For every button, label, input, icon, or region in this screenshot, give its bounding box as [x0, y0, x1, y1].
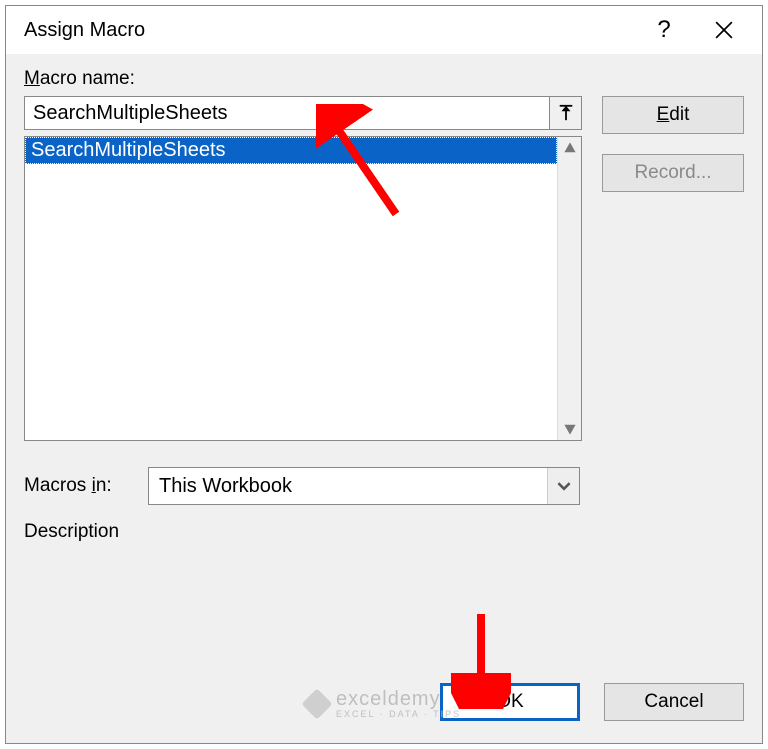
dialog-footer: OK Cancel	[440, 683, 744, 721]
macro-name-label: Macro name:	[24, 68, 744, 90]
assign-macro-dialog: Assign Macro ? Macro name:	[5, 5, 763, 744]
record-button[interactable]: Record...	[602, 154, 744, 192]
list-item[interactable]: SearchMultipleSheets	[25, 137, 557, 164]
reference-icon	[557, 104, 575, 122]
scroll-down-icon	[563, 422, 577, 436]
ok-button[interactable]: OK	[440, 683, 580, 721]
edit-button[interactable]: Edit	[602, 96, 744, 134]
scroll-up-icon	[563, 141, 577, 155]
macro-name-input[interactable]	[24, 96, 550, 130]
help-button[interactable]: ?	[634, 6, 694, 54]
description-label: Description	[24, 521, 744, 543]
title-bar: Assign Macro ?	[6, 6, 762, 54]
close-button[interactable]	[694, 6, 754, 54]
dialog-body: Macro name: SearchMultipleS	[6, 54, 762, 743]
macro-listbox[interactable]: SearchMultipleSheets	[24, 136, 582, 441]
combo-value: This Workbook	[159, 475, 547, 498]
collapse-ref-button[interactable]	[550, 96, 582, 130]
cancel-button[interactable]: Cancel	[604, 683, 744, 721]
watermark: exceldemy EXCEL · DATA · TIPS	[306, 688, 461, 719]
dialog-title: Assign Macro	[24, 19, 634, 42]
close-icon	[715, 21, 733, 39]
listbox-scrollbar[interactable]	[557, 137, 581, 440]
watermark-icon	[301, 688, 332, 719]
combo-dropdown-button[interactable]	[547, 468, 579, 504]
macros-in-combo[interactable]: This Workbook	[148, 467, 580, 505]
macros-in-label: Macros in:	[24, 475, 134, 497]
chevron-down-icon	[557, 479, 571, 493]
